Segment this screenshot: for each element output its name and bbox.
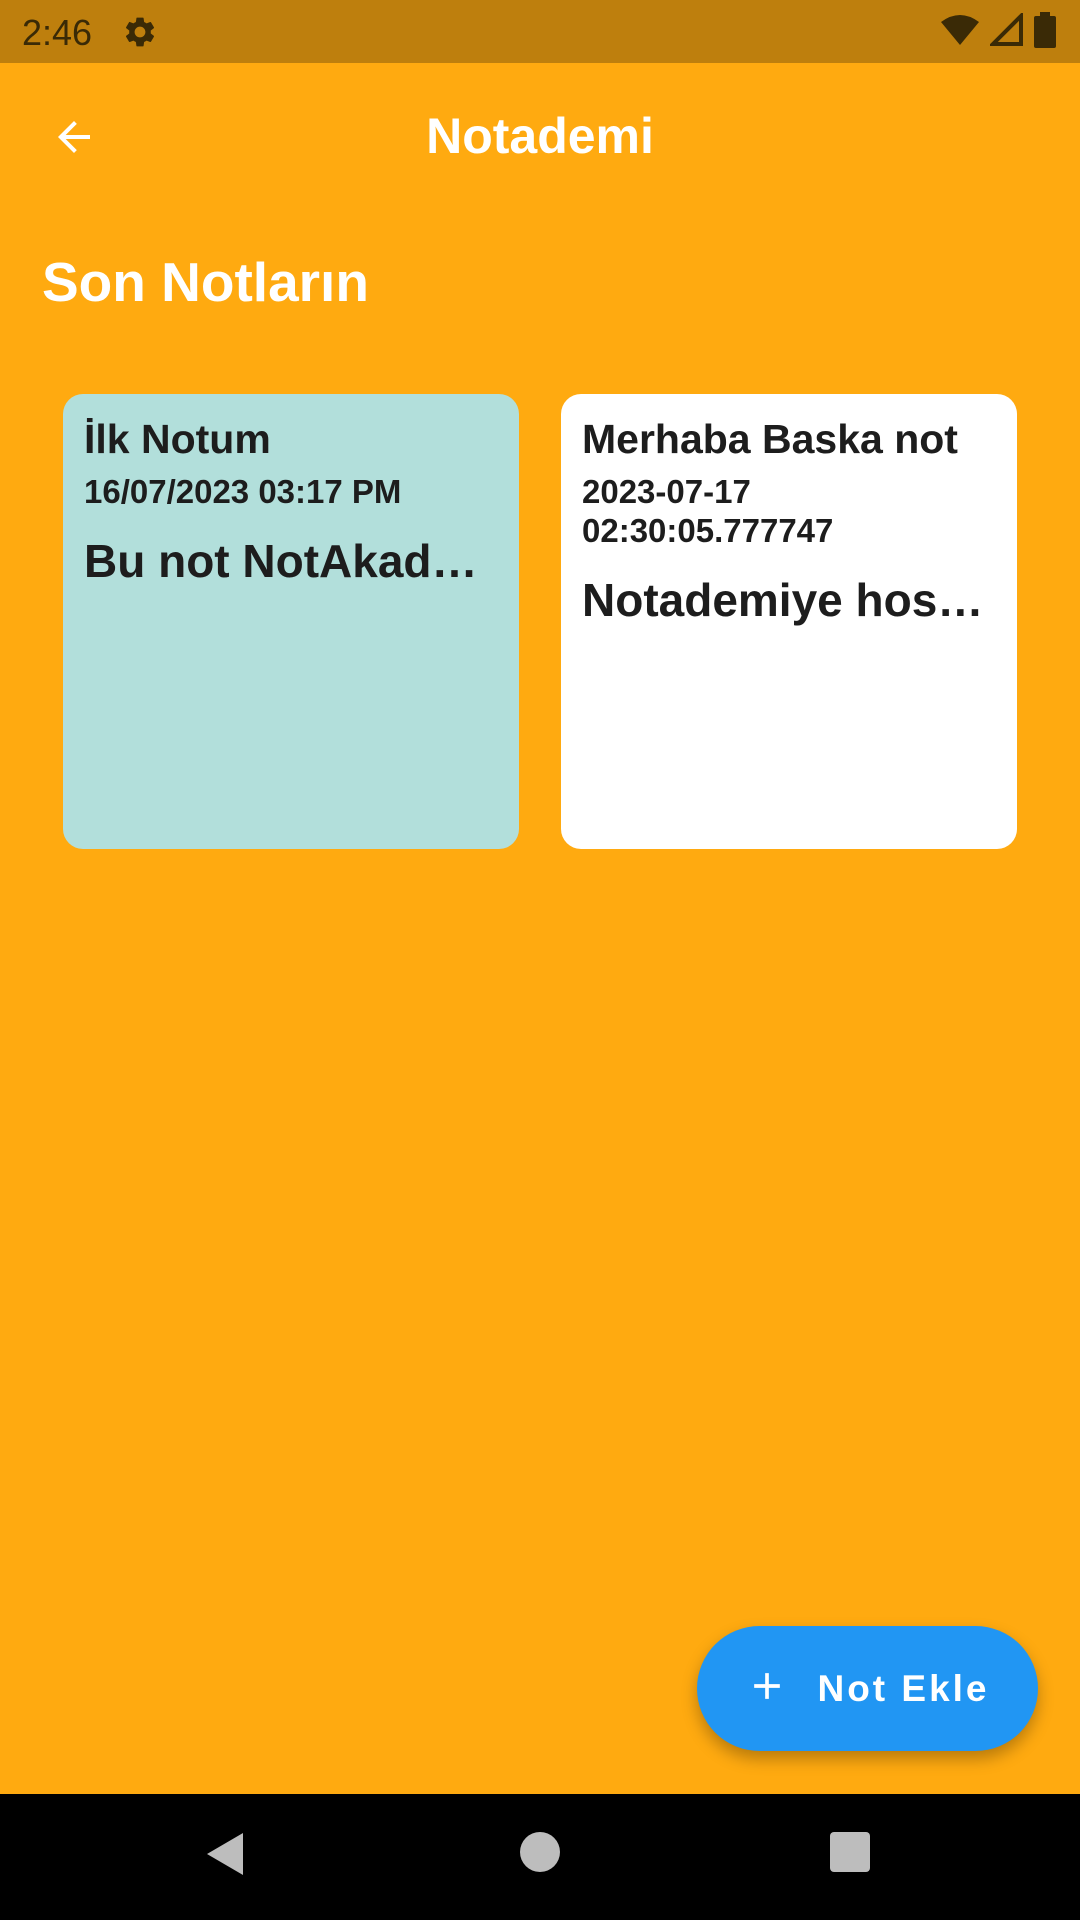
nav-back-icon[interactable] — [205, 1831, 245, 1882]
plus-icon — [745, 1664, 789, 1713]
note-card[interactable]: İlk Notum 16/07/2023 03:17 PM Bu not Not… — [63, 394, 519, 849]
section-title: Son Notların — [42, 251, 369, 313]
note-body: Bu not NotAkademi — [84, 535, 498, 587]
note-title: İlk Notum — [84, 416, 271, 462]
add-note-button[interactable]: Not Ekle — [697, 1626, 1038, 1751]
note-body: Notademiye hosgeldin — [582, 574, 996, 626]
nav-home-icon[interactable] — [520, 1832, 560, 1872]
wifi-icon — [940, 14, 980, 51]
note-date: 2023-07-17 02:30:05.777747 — [582, 473, 834, 549]
nav-recents-icon[interactable] — [830, 1832, 870, 1872]
app-bar: Notademi — [0, 63, 1080, 211]
note-date: 16/07/2023 03:17 PM — [84, 473, 402, 510]
note-card[interactable]: Merhaba Baska not 2023-07-17 02:30:05.77… — [561, 394, 1017, 849]
note-title: Merhaba Baska not — [582, 416, 958, 462]
settings-icon — [122, 14, 158, 50]
status-time: 2:46 — [22, 12, 93, 53]
status-icons — [940, 10, 1056, 53]
signal-icon — [988, 10, 1024, 52]
navigation-bar — [0, 1794, 1080, 1920]
app-title: Notademi — [426, 108, 654, 164]
add-note-label: Not Ekle — [817, 1667, 990, 1709]
status-bar: 2:46 — [0, 0, 1080, 63]
battery-icon — [1034, 11, 1056, 53]
